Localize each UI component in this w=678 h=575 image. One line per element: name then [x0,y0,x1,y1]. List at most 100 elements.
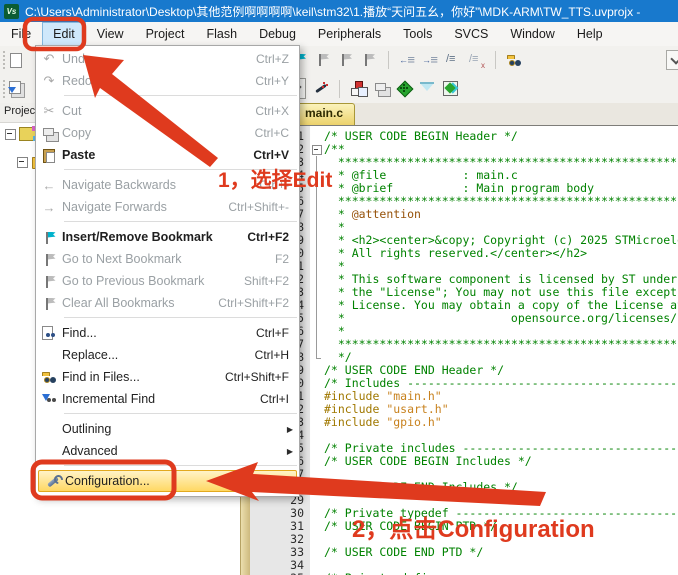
menu-item-label: Replace... [62,348,119,362]
funnel-icon[interactable] [419,80,436,97]
code-fold-margin[interactable] [310,126,324,575]
menu-item-icon [42,444,57,459]
fold-marker [310,234,324,247]
menu-window[interactable]: Window [499,22,565,46]
menu-help[interactable]: Help [566,22,614,46]
menu-flash[interactable]: Flash [195,22,248,46]
tree-collapse-icon[interactable] [5,128,16,140]
uncomment-icon[interactable] [468,52,485,70]
code-line[interactable]: /* USER CODE BEGIN PTD */ [324,520,678,533]
menu-item-shortcut: Ctrl+X [255,104,289,118]
menu-item-redo[interactable]: ↷ Redo Ctrl+Y [36,70,299,92]
toolbar-overflow-chevron-icon[interactable] [666,50,678,70]
menu-item-find-in-files[interactable]: Find in Files... Ctrl+Shift+F [36,366,299,388]
copy-sheets-icon[interactable] [373,80,390,97]
fold-cell [310,390,324,403]
undo-icon: ↶ [43,51,55,66]
menu-item-shortcut: Ctrl+- [259,178,289,192]
menu-item-paste[interactable]: Paste Ctrl+V [36,144,299,166]
menu-item-incremental-find[interactable]: Incremental Find Ctrl+I [36,388,299,410]
menu-item-shortcut: Ctrl+C [254,126,289,140]
fold-marker [310,338,324,351]
fold-cell [310,481,324,494]
fold-marker [310,286,324,299]
code-area[interactable]: /* USER CODE BEGIN Header *//** ********… [324,126,678,575]
code-line[interactable]: /* USER CODE END Includes */ [324,481,678,494]
find-in-files-icon[interactable] [506,52,523,69]
menu-separator [64,465,297,466]
submenu-arrow-icon: ▶ [286,424,293,434]
bookmark-next-icon[interactable] [315,52,332,69]
menu-svcs[interactable]: SVCS [443,22,499,46]
options-wand-icon[interactable] [312,80,329,97]
fold-cell [310,364,324,377]
fold-cell [310,559,324,572]
menu-item-insert-remove-bookmark[interactable]: Insert/Remove Bookmark Ctrl+F2 [36,226,299,248]
fold-cell [310,546,324,559]
code-line[interactable]: #include "gpio.h" [324,416,678,429]
menu-item-go-to-next-bookmark[interactable]: Go to Next Bookmark F2 [36,248,299,270]
editor-tab-bar: main.c [237,103,678,126]
indent-less-icon[interactable] [399,52,416,69]
pack-installer-icon[interactable] [442,80,459,97]
cut-icon: ✂ [43,103,55,118]
menu-item-navigate-forwards[interactable]: → Navigate Forwards Ctrl+Shift+- [36,196,299,218]
target-cubes-icon[interactable] [350,80,367,97]
menu-item-icon-cell [36,444,62,459]
fold-cell [310,494,324,507]
edit-menu-popup: ↶ Undo Ctrl+Z ↷ Redo Ctrl+Y ✂ Cut Ctrl+X Copy Ctrl… [35,45,300,497]
menu-item-icon-cell [36,348,62,363]
menu-item-navigate-backwards[interactable]: ← Navigate Backwards Ctrl+- [36,174,299,196]
translate-icon[interactable] [7,80,24,97]
fold-cell [310,442,324,455]
code-line[interactable]: * All rights reserved.</center></h2> [324,247,678,260]
tree-collapse-icon[interactable] [17,157,28,168]
menu-separator [64,413,297,414]
menu-view[interactable]: View [86,22,135,46]
menu-item-cut[interactable]: ✂ Cut Ctrl+X [36,100,299,122]
bookmark-prev-icon[interactable] [338,52,355,69]
fold-marker[interactable] [310,143,324,156]
menu-item-icon-cell [36,326,62,340]
menu-item-find[interactable]: Find... Ctrl+F [36,322,299,344]
menu-item-advanced[interactable]: Advanced ▶ [36,440,299,462]
tree-item-target[interactable] [5,126,38,141]
indent-more-icon[interactable] [422,52,439,69]
fold-marker [310,312,324,325]
menu-file[interactable]: File [0,22,42,46]
code-line[interactable]: /* USER CODE END PTD */ [324,546,678,559]
menu-item-clear-all-bookmarks[interactable]: Clear All Bookmarks Ctrl+Shift+F2 [36,292,299,314]
menu-item-icon-cell [39,474,65,489]
code-line[interactable]: /* USER CODE BEGIN Includes */ [324,455,678,468]
menu-separator [64,317,297,318]
menu-item-label: Navigate Forwards [62,200,167,214]
menu-edit[interactable]: Edit [42,22,86,46]
menu-tools[interactable]: Tools [392,22,443,46]
comment-icon[interactable] [445,52,462,69]
menu-debug[interactable]: Debug [248,22,307,46]
code-editor[interactable]: main.c 123456789101112131415161718192021… [237,103,678,575]
menu-item-copy[interactable]: Copy Ctrl+C [36,122,299,144]
menu-item-configuration[interactable]: Configuration... [38,470,297,492]
code-line[interactable]: * opensource.org/licenses/BSD-3-Clause [324,312,678,325]
menu-item-outlining[interactable]: Outlining ▶ [36,418,299,440]
menu-item-replace[interactable]: Replace... Ctrl+H [36,344,299,366]
code-line[interactable]: /* USER CODE BEGIN Header */ [324,130,678,143]
new-file-icon[interactable] [7,52,24,69]
menu-project[interactable]: Project [135,22,196,46]
menu-item-undo[interactable]: ↶ Undo Ctrl+Z [36,48,299,70]
menu-item-go-to-previous-bookmark[interactable]: Go to Previous Bookmark Shift+F2 [36,270,299,292]
bookmark-prev-icon [42,274,57,289]
bookmark-clear-icon[interactable] [361,52,378,69]
uvision-app-icon: Vs [4,3,19,19]
menu-item-icon-cell: ✂ [36,103,62,119]
arrow-right-icon: → [42,199,56,215]
tab-main-c[interactable]: main.c [293,103,356,125]
fold-cell [310,403,324,416]
menu-item-icon-cell [36,369,62,386]
runtime-env-icon[interactable] [396,80,413,97]
menu-peripherals[interactable]: Peripherals [307,22,392,46]
code-line[interactable]: ****************************************… [324,338,678,351]
code-line[interactable]: * @attention [324,208,678,221]
menu-item-label: Redo [62,74,92,88]
